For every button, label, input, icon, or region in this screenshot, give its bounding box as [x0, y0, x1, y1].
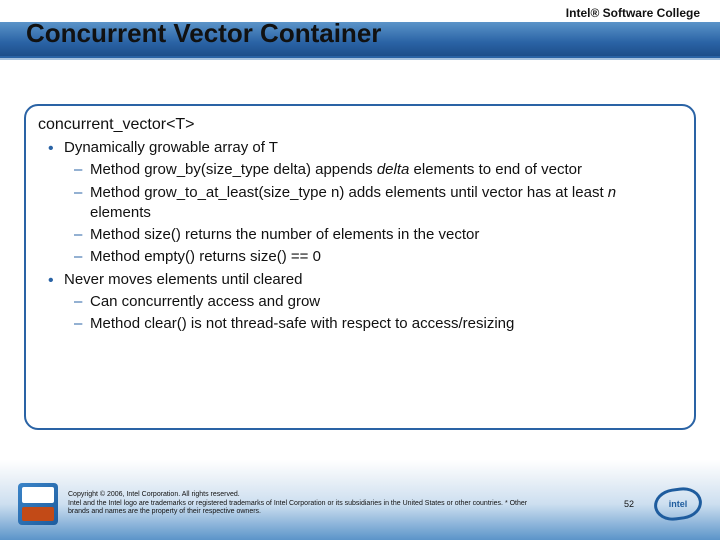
- list-item: Method empty() returns size() == 0: [90, 247, 676, 267]
- list-item: Never moves elements until cleared Can c…: [64, 270, 676, 335]
- sub-text: Method size() returns the number of elem…: [90, 226, 479, 243]
- footer: Copyright © 2006, Intel Corporation. All…: [0, 460, 720, 540]
- copyright-text: Copyright © 2006, Intel Corporation. All…: [68, 491, 528, 516]
- list-item: Method grow_by(size_type delta) appends …: [90, 160, 676, 180]
- sub-text: Method empty() returns size() == 0: [90, 248, 321, 265]
- copyright-line2: Intel and the Intel logo are trademarks …: [68, 500, 528, 517]
- brand-label: Intel® Software College: [566, 6, 700, 20]
- content-heading: concurrent_vector<T>: [38, 116, 676, 134]
- slide: Intel® Software College Concurrent Vecto…: [0, 0, 720, 540]
- bullet-list: Dynamically growable array of T Method g…: [38, 138, 676, 334]
- bullet-text: Never moves elements until cleared: [64, 271, 302, 288]
- list-item: Method size() returns the number of elem…: [90, 225, 676, 245]
- sub-list: Method grow_by(size_type delta) appends …: [64, 160, 676, 267]
- list-item: Dynamically growable array of T Method g…: [64, 138, 676, 268]
- sub-text: Can concurrently access and grow: [90, 293, 320, 310]
- sub-em: delta: [377, 161, 410, 178]
- content-box: concurrent_vector<T> Dynamically growabl…: [24, 104, 696, 430]
- list-item: Method grow_to_at_least(size_type n) add…: [90, 183, 676, 224]
- sub-text: Method grow_to_at_least(size_type n) add…: [90, 184, 608, 201]
- sub-text: Method grow_by(size_type delta) appends: [90, 161, 377, 178]
- bullet-text: Dynamically growable array of T: [64, 139, 278, 156]
- sub-text: Method clear() is not thread-safe with r…: [90, 315, 514, 332]
- list-item: Can concurrently access and grow: [90, 292, 676, 312]
- intel-logo-icon: intel: [654, 488, 702, 520]
- sub-em: n: [608, 184, 616, 201]
- footer-inner: Copyright © 2006, Intel Corporation. All…: [18, 478, 702, 530]
- logo-text: intel: [662, 496, 694, 512]
- sub-text: elements: [90, 204, 151, 221]
- intel-software-badge-icon: [18, 483, 58, 525]
- sub-list: Can concurrently access and grow Method …: [64, 292, 676, 335]
- page-number: 52: [624, 499, 634, 509]
- copyright-line1: Copyright © 2006, Intel Corporation. All…: [68, 491, 528, 499]
- sub-text: elements to end of vector: [409, 161, 582, 178]
- slide-title: Concurrent Vector Container: [26, 18, 381, 49]
- list-item: Method clear() is not thread-safe with r…: [90, 314, 676, 334]
